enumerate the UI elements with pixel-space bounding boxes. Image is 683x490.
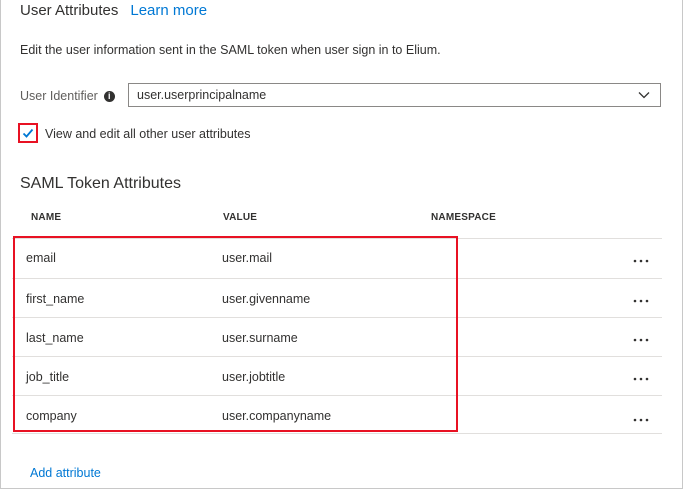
learn-more-link[interactable]: Learn more: [130, 2, 207, 19]
add-attribute-link[interactable]: Add attribute: [30, 466, 101, 480]
more-options-icon[interactable]: [632, 330, 650, 346]
user-attributes-panel: User Attributes Learn more Edit the user…: [0, 0, 683, 489]
section-description: Edit the user information sent in the SA…: [20, 43, 441, 57]
attribute-name: first_name: [26, 292, 85, 306]
table-row[interactable]: company user.companyname: [12, 395, 662, 434]
table-row[interactable]: job_title user.jobtitle: [12, 356, 662, 395]
more-options-icon[interactable]: [632, 408, 650, 424]
attribute-name: company: [26, 409, 77, 423]
table-row[interactable]: first_name user.givenname: [12, 278, 662, 317]
attribute-value: user.jobtitle: [222, 370, 286, 384]
attribute-value: user.givenname: [222, 292, 311, 306]
chevron-down-icon: [638, 92, 650, 99]
user-identifier-dropdown[interactable]: user.userprincipalname: [128, 83, 661, 107]
section-title-user-attributes: User Attributes: [20, 2, 119, 19]
attribute-value: user.surname: [222, 331, 298, 345]
view-edit-checkbox-label: View and edit all other user attributes: [45, 127, 251, 141]
attribute-name: job_title: [26, 370, 70, 384]
user-identifier-label-group: User Identifier i: [20, 89, 115, 103]
more-options-icon[interactable]: [632, 251, 650, 267]
table-row[interactable]: last_name user.surname: [12, 317, 662, 356]
more-options-icon[interactable]: [632, 369, 650, 385]
view-edit-checkbox[interactable]: [22, 127, 34, 139]
attribute-name: email: [26, 251, 56, 265]
info-icon[interactable]: i: [103, 90, 115, 102]
user-identifier-value: user.userprincipalname: [137, 88, 267, 102]
saml-token-attributes-title: SAML Token Attributes: [20, 175, 181, 192]
column-header-name[interactable]: NAME: [31, 212, 61, 223]
attribute-value: user.companyname: [222, 409, 332, 423]
more-options-icon[interactable]: [632, 291, 650, 307]
attribute-value: user.mail: [222, 251, 273, 265]
section-header: User Attributes Learn more: [20, 2, 207, 19]
column-header-value[interactable]: VALUE: [223, 212, 257, 223]
checkmark-icon: [22, 128, 34, 138]
table-row[interactable]: email user.mail: [12, 238, 662, 277]
attribute-name: last_name: [26, 331, 84, 345]
user-identifier-label: User Identifier: [20, 89, 98, 103]
column-header-namespace[interactable]: NAMESPACE: [431, 212, 496, 223]
